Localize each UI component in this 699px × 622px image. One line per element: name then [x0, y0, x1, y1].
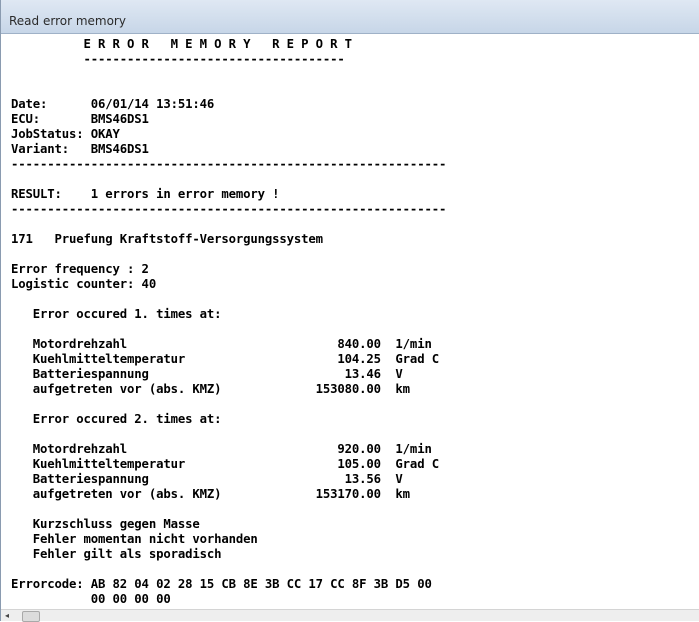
report-line: E R R O R M E M O R Y R E P O R T — [11, 37, 353, 51]
title-bar: Read error memory — [1, 0, 699, 34]
report-line: Fehler momentan nicht vorhanden — [11, 532, 258, 546]
scroll-left-arrow-icon[interactable]: ◂ — [1, 610, 13, 621]
report-line: aufgetreten vor (abs. KMZ) 153170.00 km — [11, 487, 410, 501]
report-line: 00 00 00 00 — [11, 592, 171, 606]
report-line: Kuehlmitteltemperatur 104.25 Grad C — [11, 352, 439, 366]
report-line: JobStatus: OKAY — [11, 127, 120, 141]
report-line: Motordrehzahl 920.00 1/min — [11, 442, 432, 456]
report-text-area[interactable]: E R R O R M E M O R Y R E P O R T ------… — [1, 34, 699, 609]
report-line: Error occured 2. times at: — [11, 412, 222, 426]
report-line: Fehler gilt als sporadisch — [11, 547, 222, 561]
report-line: Logistic counter: 40 — [11, 277, 157, 291]
report-line: Errorcode: AB 82 04 02 28 15 CB 8E 3B CC… — [11, 577, 432, 591]
report-line: Batteriespannung 13.46 V — [11, 367, 403, 381]
report-line: Motordrehzahl 840.00 1/min — [11, 337, 432, 351]
report-line: Error frequency : 2 — [11, 262, 149, 276]
report-line: 171 Pruefung Kraftstoff-Versorgungssyste… — [11, 232, 323, 246]
window-title: Read error memory — [9, 14, 126, 28]
report-line: ----------------------------------------… — [11, 202, 447, 216]
report-line: RESULT: 1 errors in error memory ! — [11, 187, 280, 201]
report-line: Variant: BMS46DS1 — [11, 142, 149, 156]
scroll-thumb[interactable] — [22, 611, 40, 622]
report-line: Kurzschluss gegen Masse — [11, 517, 200, 531]
report-line: ----------------------------------------… — [11, 157, 447, 171]
report-line: aufgetreten vor (abs. KMZ) 153080.00 km — [11, 382, 410, 396]
report-line: Error occured 1. times at: — [11, 307, 222, 321]
horizontal-scrollbar[interactable]: ◂ — [1, 609, 699, 622]
report-line: ------------------------------------ — [11, 52, 345, 66]
report-line: ECU: BMS46DS1 — [11, 112, 149, 126]
report-line: Batteriespannung 13.56 V — [11, 472, 403, 486]
report-line: Date: 06/01/14 13:51:46 — [11, 97, 215, 111]
read-error-memory-window: Read error memory E R R O R M E M O R Y … — [0, 0, 699, 622]
report-line: Kuehlmitteltemperatur 105.00 Grad C — [11, 457, 439, 471]
